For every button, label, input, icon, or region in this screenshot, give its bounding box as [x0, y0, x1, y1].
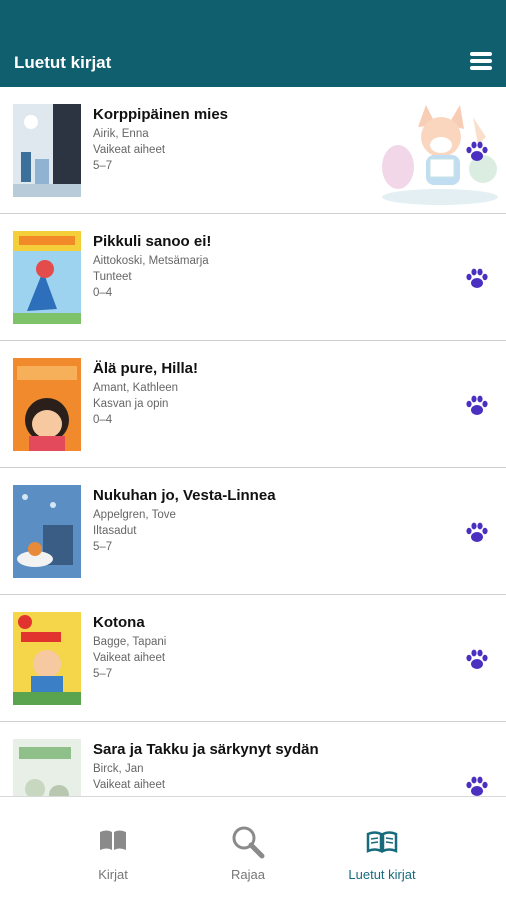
- book-cover: [13, 104, 81, 197]
- tab-luetut-kirjat[interactable]: Luetut kirjat: [298, 797, 466, 900]
- book-age: 5–7: [93, 668, 113, 680]
- list-item[interactable]: Pikkuli sanoo ei! Aittokoski, Metsämarja…: [0, 214, 506, 341]
- paw-icon[interactable]: [465, 394, 489, 418]
- list-item[interactable]: Kotona Bagge, Tapani Vaikeat aiheet 5–7: [0, 595, 506, 722]
- book-title: Korppipäinen mies: [93, 106, 229, 123]
- book-author: Amant, Kathleen: [93, 382, 179, 394]
- list-item[interactable]: Älä pure, Hilla! Amant, Kathleen Kasvan …: [0, 341, 506, 468]
- book-title: Pikkuli sanoo ei!: [93, 233, 212, 250]
- book-cover: [13, 358, 81, 451]
- book-cover: [13, 485, 81, 578]
- book-title: Älä pure, Hilla!: [93, 360, 199, 377]
- book-list[interactable]: Korppipäinen mies Airik, Enna Vaikeat ai…: [0, 87, 506, 796]
- book-author: Airik, Enna: [93, 128, 149, 140]
- book-title: Kotona: [93, 614, 145, 631]
- book-title: Sara ja Takku ja särkynyt sydän: [93, 741, 319, 758]
- search-icon: [232, 826, 265, 859]
- book-icon: [100, 830, 126, 850]
- book-title: Nukuhan jo, Vesta-Linnea: [93, 487, 276, 504]
- book-author: Birck, Jan: [93, 763, 144, 775]
- book-category: Tunteet: [93, 271, 132, 283]
- hamburger-menu-icon[interactable]: [470, 52, 492, 72]
- book-age: 0–4: [93, 287, 113, 299]
- book-category: Vaikeat aiheet: [93, 144, 166, 156]
- book-category: Vaikeat aiheet: [93, 779, 166, 791]
- paw-icon[interactable]: [465, 140, 489, 164]
- app-bar: Luetut kirjat: [0, 0, 506, 87]
- paw-icon[interactable]: [465, 521, 489, 545]
- book-age: 5–7: [93, 541, 113, 553]
- page-title: Luetut kirjat: [14, 53, 112, 72]
- paw-icon[interactable]: [465, 267, 489, 291]
- list-item[interactable]: Korppipäinen mies Airik, Enna Vaikeat ai…: [0, 87, 506, 214]
- book-category: Iltasadut: [93, 525, 137, 537]
- paw-icon[interactable]: [465, 775, 489, 796]
- book-author: Appelgren, Tove: [93, 509, 176, 521]
- book-category: Vaikeat aiheet: [93, 652, 166, 664]
- book-age: 0–4: [93, 414, 113, 426]
- book-age: 5–7: [93, 160, 113, 172]
- tab-label: Luetut kirjat: [348, 867, 416, 882]
- book-cover: [13, 612, 81, 705]
- paw-icon[interactable]: [465, 648, 489, 672]
- book-cover: [13, 739, 81, 796]
- list-item[interactable]: Sara ja Takku ja särkynyt sydän Birck, J…: [0, 722, 506, 796]
- book-cover: [13, 231, 81, 324]
- book-author: Aittokoski, Metsämarja: [93, 255, 209, 267]
- book-category: Kasvan ja opin: [93, 398, 169, 410]
- reading-book-icon: [366, 831, 398, 854]
- list-item[interactable]: Nukuhan jo, Vesta-Linnea Appelgren, Tove…: [0, 468, 506, 595]
- bottom-tab-bar: Kirjat Rajaa Luetut kirjat: [0, 796, 506, 900]
- book-author: Bagge, Tapani: [93, 636, 167, 648]
